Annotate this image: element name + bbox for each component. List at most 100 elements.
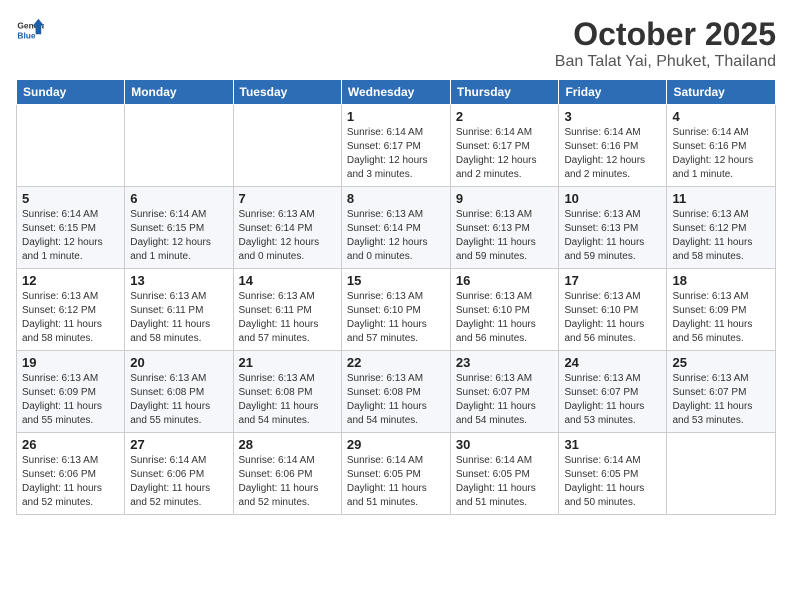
weekday-header-tuesday: Tuesday (233, 80, 341, 105)
day-info: Sunrise: 6:13 AM Sunset: 6:09 PM Dayligh… (22, 372, 119, 428)
calendar-cell: 4 Sunrise: 6:14 AM Sunset: 6:16 PM Daylig… (667, 105, 776, 187)
svg-text:Blue: Blue (17, 30, 35, 40)
day-info: Sunrise: 6:13 AM Sunset: 6:10 PM Dayligh… (564, 290, 661, 346)
day-number: 23 (456, 355, 554, 370)
calendar-cell: 12Sunrise: 6:13 AM Sunset: 6:12 PM Dayli… (17, 269, 125, 351)
calendar-cell: 9 Sunrise: 6:13 AM Sunset: 6:13 PM Daylig… (450, 187, 559, 269)
day-info: Sunrise: 6:13 AM Sunset: 6:08 PM Dayligh… (130, 372, 227, 428)
day-number: 4 (672, 109, 770, 124)
calendar-cell: 26Sunrise: 6:13 AM Sunset: 6:06 PM Dayli… (17, 433, 125, 515)
month-title: October 2025 (555, 16, 776, 53)
location-title: Ban Talat Yai, Phuket, Thailand (555, 53, 776, 71)
weekday-header-friday: Friday (559, 80, 667, 105)
calendar-cell: 8Sunrise: 6:13 AM Sunset: 6:14 PM Daylig… (341, 187, 450, 269)
day-info: Sunrise: 6:13 AM Sunset: 6:12 PM Dayligh… (672, 208, 770, 264)
title-block: October 2025 Ban Talat Yai, Phuket, Thai… (555, 16, 776, 71)
day-number: 26 (22, 437, 119, 452)
day-info: Sunrise: 6:14 AM Sunset: 6:05 PM Dayligh… (347, 454, 445, 510)
day-number: 16 (456, 273, 554, 288)
day-number: 28 (239, 437, 336, 452)
day-info: Sunrise: 6:14 AM Sunset: 6:17 PM Dayligh… (347, 126, 445, 182)
day-info: Sunrise: 6:14 AM Sunset: 6:17 PM Dayligh… (456, 126, 554, 182)
day-number: 31 (564, 437, 661, 452)
day-info: Sunrise: 6:14 AM Sunset: 6:16 PM Dayligh… (672, 126, 770, 182)
day-info: Sunrise: 6:14 AM Sunset: 6:06 PM Dayligh… (239, 454, 336, 510)
day-info: Sunrise: 6:13 AM Sunset: 6:09 PM Dayligh… (672, 290, 770, 346)
calendar-cell: 21Sunrise: 6:13 AM Sunset: 6:08 PM Dayli… (233, 351, 341, 433)
calendar-cell: 16 Sunrise: 6:13 AM Sunset: 6:10 PM Dayli… (450, 269, 559, 351)
weekday-header-wednesday: Wednesday (341, 80, 450, 105)
day-number: 7 (239, 191, 336, 206)
day-number: 21 (239, 355, 336, 370)
calendar-cell: 31 Sunrise: 6:14 AM Sunset: 6:05 PM Dayli… (559, 433, 667, 515)
day-info: Sunrise: 6:13 AM Sunset: 6:11 PM Dayligh… (130, 290, 227, 346)
day-number: 13 (130, 273, 227, 288)
logo: General Blue (16, 16, 44, 44)
logo-icon: General Blue (16, 16, 44, 44)
day-number: 24 (564, 355, 661, 370)
day-number: 1 (347, 109, 445, 124)
calendar-cell: 5 Sunrise: 6:14 AM Sunset: 6:15 PM Daylig… (17, 187, 125, 269)
calendar-cell: 3 Sunrise: 6:14 AM Sunset: 6:16 PM Daylig… (559, 105, 667, 187)
weekday-header-row: SundayMondayTuesdayWednesdayThursdayFrid… (17, 80, 776, 105)
day-info: Sunrise: 6:14 AM Sunset: 6:16 PM Dayligh… (564, 126, 661, 182)
calendar-cell: 18 Sunrise: 6:13 AM Sunset: 6:09 PM Dayli… (667, 269, 776, 351)
day-info: Sunrise: 6:13 AM Sunset: 6:13 PM Dayligh… (456, 208, 554, 264)
calendar-week-3: 12Sunrise: 6:13 AM Sunset: 6:12 PM Dayli… (17, 269, 776, 351)
day-number: 30 (456, 437, 554, 452)
day-number: 15 (347, 273, 445, 288)
calendar-cell: 13 Sunrise: 6:13 AM Sunset: 6:11 PM Dayli… (125, 269, 233, 351)
day-number: 25 (672, 355, 770, 370)
calendar-week-4: 19 Sunrise: 6:13 AM Sunset: 6:09 PM Dayli… (17, 351, 776, 433)
calendar-week-2: 5 Sunrise: 6:14 AM Sunset: 6:15 PM Daylig… (17, 187, 776, 269)
calendar-cell: 7Sunrise: 6:13 AM Sunset: 6:14 PM Daylig… (233, 187, 341, 269)
day-info: Sunrise: 6:13 AM Sunset: 6:10 PM Dayligh… (456, 290, 554, 346)
calendar-cell (17, 105, 125, 187)
calendar-cell: 15 Sunrise: 6:13 AM Sunset: 6:10 PM Dayli… (341, 269, 450, 351)
day-number: 9 (456, 191, 554, 206)
calendar-cell: 22 Sunrise: 6:13 AM Sunset: 6:08 PM Dayli… (341, 351, 450, 433)
calendar-table: SundayMondayTuesdayWednesdayThursdayFrid… (16, 79, 776, 515)
calendar-cell (125, 105, 233, 187)
calendar-cell: 29 Sunrise: 6:14 AM Sunset: 6:05 PM Dayli… (341, 433, 450, 515)
calendar-week-5: 26Sunrise: 6:13 AM Sunset: 6:06 PM Dayli… (17, 433, 776, 515)
weekday-header-thursday: Thursday (450, 80, 559, 105)
day-info: Sunrise: 6:14 AM Sunset: 6:15 PM Dayligh… (130, 208, 227, 264)
day-number: 11 (672, 191, 770, 206)
weekday-header-monday: Monday (125, 80, 233, 105)
calendar-cell: 11 Sunrise: 6:13 AM Sunset: 6:12 PM Dayli… (667, 187, 776, 269)
calendar-cell: 1 Sunrise: 6:14 AM Sunset: 6:17 PM Daylig… (341, 105, 450, 187)
day-number: 29 (347, 437, 445, 452)
day-info: Sunrise: 6:13 AM Sunset: 6:13 PM Dayligh… (564, 208, 661, 264)
day-number: 10 (564, 191, 661, 206)
day-number: 2 (456, 109, 554, 124)
day-info: Sunrise: 6:14 AM Sunset: 6:15 PM Dayligh… (22, 208, 119, 264)
calendar-cell: 24 Sunrise: 6:13 AM Sunset: 6:07 PM Dayli… (559, 351, 667, 433)
day-info: Sunrise: 6:14 AM Sunset: 6:05 PM Dayligh… (564, 454, 661, 510)
page-header: General Blue October 2025 Ban Talat Yai,… (16, 16, 776, 71)
day-info: Sunrise: 6:13 AM Sunset: 6:07 PM Dayligh… (564, 372, 661, 428)
day-info: Sunrise: 6:13 AM Sunset: 6:07 PM Dayligh… (672, 372, 770, 428)
day-info: Sunrise: 6:13 AM Sunset: 6:08 PM Dayligh… (347, 372, 445, 428)
day-number: 22 (347, 355, 445, 370)
weekday-header-saturday: Saturday (667, 80, 776, 105)
calendar-cell: 10 Sunrise: 6:13 AM Sunset: 6:13 PM Dayli… (559, 187, 667, 269)
weekday-header-sunday: Sunday (17, 80, 125, 105)
day-number: 19 (22, 355, 119, 370)
calendar-cell: 14Sunrise: 6:13 AM Sunset: 6:11 PM Dayli… (233, 269, 341, 351)
calendar-cell: 6Sunrise: 6:14 AM Sunset: 6:15 PM Daylig… (125, 187, 233, 269)
day-number: 20 (130, 355, 227, 370)
calendar-cell: 20 Sunrise: 6:13 AM Sunset: 6:08 PM Dayli… (125, 351, 233, 433)
day-info: Sunrise: 6:13 AM Sunset: 6:10 PM Dayligh… (347, 290, 445, 346)
calendar-cell: 30Sunrise: 6:14 AM Sunset: 6:05 PM Dayli… (450, 433, 559, 515)
calendar-cell: 19 Sunrise: 6:13 AM Sunset: 6:09 PM Dayli… (17, 351, 125, 433)
day-info: Sunrise: 6:14 AM Sunset: 6:06 PM Dayligh… (130, 454, 227, 510)
day-info: Sunrise: 6:13 AM Sunset: 6:14 PM Dayligh… (347, 208, 445, 264)
day-number: 5 (22, 191, 119, 206)
day-info: Sunrise: 6:13 AM Sunset: 6:07 PM Dayligh… (456, 372, 554, 428)
calendar-cell: 25 Sunrise: 6:13 AM Sunset: 6:07 PM Dayli… (667, 351, 776, 433)
calendar-cell: 27 Sunrise: 6:14 AM Sunset: 6:06 PM Dayli… (125, 433, 233, 515)
day-number: 3 (564, 109, 661, 124)
day-number: 18 (672, 273, 770, 288)
day-number: 27 (130, 437, 227, 452)
